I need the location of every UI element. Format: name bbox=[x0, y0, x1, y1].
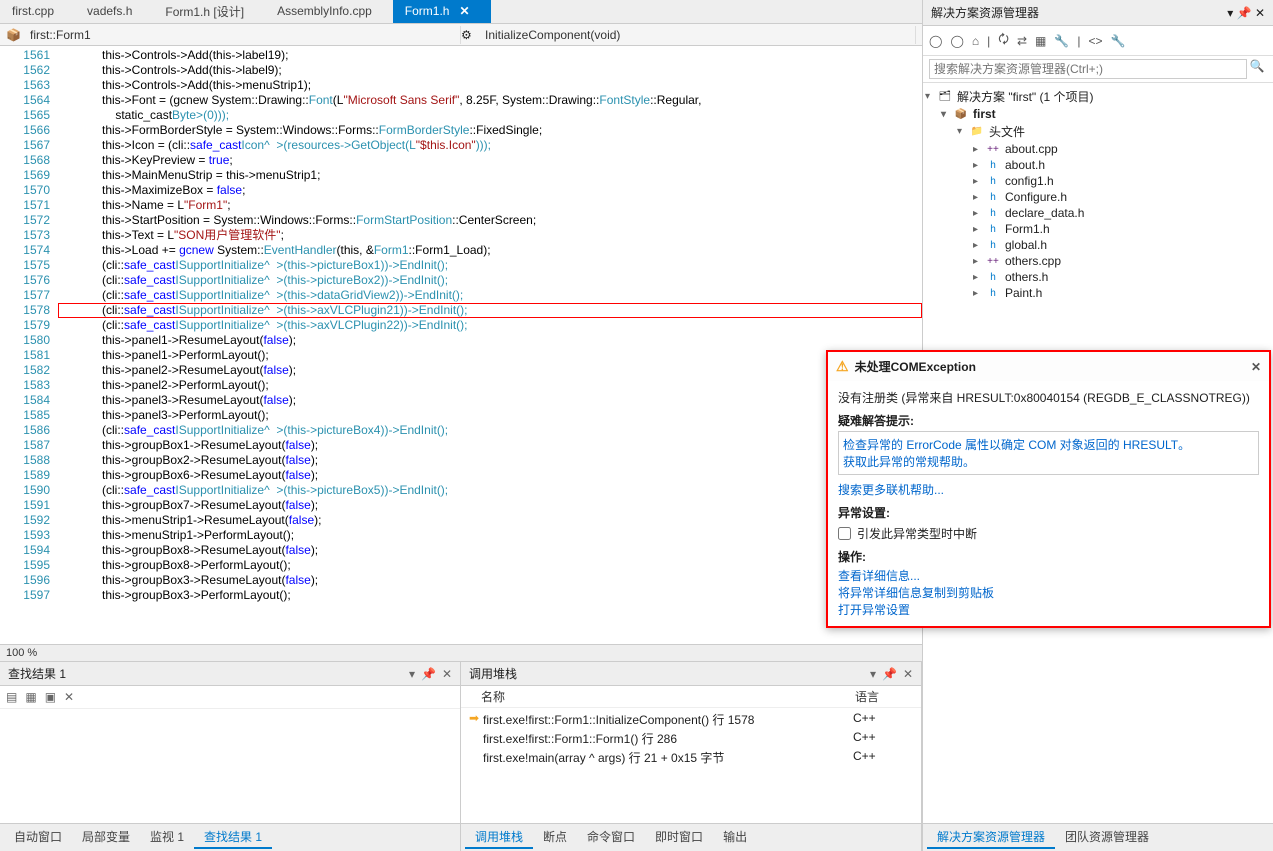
home-icon[interactable]: ⌂ bbox=[972, 34, 979, 48]
tree-node[interactable]: ▸hothers.h bbox=[925, 269, 1271, 285]
tool-icon[interactable]: ▤ bbox=[6, 690, 17, 704]
tree-node[interactable]: ▸hdeclare_data.h bbox=[925, 205, 1271, 221]
dropdown-icon[interactable]: ▾ bbox=[870, 667, 876, 681]
document-tab[interactable]: vadefs.h bbox=[75, 0, 153, 23]
scope-dropdown[interactable]: first::Form1 bbox=[24, 26, 461, 44]
code-icon[interactable]: <> bbox=[1088, 34, 1102, 48]
tree-node[interactable]: ▸++about.cpp bbox=[925, 141, 1271, 157]
properties-icon[interactable]: 🔧 bbox=[1054, 34, 1069, 48]
dropdown-icon[interactable]: ▾ bbox=[409, 667, 415, 681]
bottom-tab[interactable]: 监视 1 bbox=[140, 826, 194, 849]
member-dropdown[interactable]: InitializeComponent(void) bbox=[479, 26, 916, 44]
panel-title: 解决方案资源管理器 bbox=[931, 4, 1227, 21]
document-tab[interactable]: first.cpp bbox=[0, 0, 75, 23]
tool-icon[interactable]: ▦ bbox=[25, 690, 36, 704]
open-settings-link[interactable]: 打开异常设置 bbox=[838, 603, 910, 617]
exception-message: 没有注册类 (异常来自 HRESULT:0x80040154 (REGDB_E_… bbox=[838, 389, 1259, 406]
navigation-bar: 📦 first::Form1 ⚙ InitializeComponent(voi… bbox=[0, 24, 922, 46]
bottom-tab[interactable]: 调用堆栈 bbox=[465, 826, 533, 849]
close-icon[interactable]: ✕ bbox=[442, 667, 452, 681]
tree-node[interactable]: ▸++others.cpp bbox=[925, 253, 1271, 269]
stack-frame[interactable]: first.exe!main(array ^ args) 行 21 + 0x15… bbox=[463, 748, 919, 767]
wrench-icon[interactable]: 🔧 bbox=[1110, 34, 1125, 48]
close-icon[interactable]: ✕ bbox=[903, 667, 913, 681]
document-tab[interactable]: AssemblyInfo.cpp bbox=[265, 0, 393, 23]
close-icon[interactable]: ✕ bbox=[1251, 360, 1261, 374]
pin-icon[interactable]: 📌 bbox=[1237, 6, 1252, 20]
back-icon[interactable]: ◯ bbox=[929, 34, 942, 48]
tree-node[interactable]: ▾📦first bbox=[925, 106, 1271, 122]
show-all-icon[interactable]: ▦ bbox=[1035, 34, 1046, 48]
hint-link[interactable]: 检查异常的 ErrorCode 属性以确定 COM 对象返回的 HRESULT。 bbox=[843, 438, 1190, 452]
bottom-tab[interactable]: 自动窗口 bbox=[4, 826, 72, 849]
tree-node[interactable]: ▾📁头文件 bbox=[925, 122, 1271, 141]
bottom-tab[interactable]: 即时窗口 bbox=[645, 826, 713, 849]
tree-node[interactable]: ▸hPaint.h bbox=[925, 285, 1271, 301]
col-lang: 语言 bbox=[855, 688, 915, 705]
sync-icon[interactable]: ⇄ bbox=[1017, 34, 1027, 48]
bottom-tab[interactable]: 输出 bbox=[713, 826, 757, 849]
break-on-throw-checkbox[interactable] bbox=[838, 527, 851, 540]
document-tab[interactable]: Form1.h [设计] bbox=[153, 0, 265, 23]
dropdown-icon[interactable]: ▾ bbox=[1227, 6, 1233, 20]
exception-popup: ⚠ 未处理COMException ✕ 没有注册类 (异常来自 HRESULT:… bbox=[826, 350, 1271, 628]
tree-node[interactable]: ▸hconfig1.h bbox=[925, 173, 1271, 189]
hints-heading: 疑难解答提示: bbox=[838, 412, 1259, 429]
tool-icon[interactable]: ▣ bbox=[45, 690, 56, 704]
bottom-tab[interactable]: 解决方案资源管理器 bbox=[927, 826, 1055, 849]
warning-icon: ⚠ bbox=[836, 358, 849, 375]
bottom-tab[interactable]: 查找结果 1 bbox=[194, 826, 272, 849]
col-name: 名称 bbox=[481, 688, 855, 705]
search-icon[interactable]: 🔍 bbox=[1247, 59, 1267, 79]
tree-node[interactable]: ▸hglobal.h bbox=[925, 237, 1271, 253]
code-editor[interactable]: 1561156215631564156515661567156815691570… bbox=[0, 46, 922, 644]
zoom-level[interactable]: 100 % bbox=[0, 644, 922, 661]
tree-node[interactable]: ▸hForm1.h bbox=[925, 221, 1271, 237]
hint-link[interactable]: 获取此异常的常规帮助。 bbox=[843, 455, 975, 469]
document-tabs: first.cppvadefs.hForm1.h [设计]AssemblyInf… bbox=[0, 0, 922, 24]
stack-frame[interactable]: ➡first.exe!first::Form1::InitializeCompo… bbox=[463, 710, 919, 729]
exception-title: 未处理COMException bbox=[855, 358, 1251, 375]
tool-icon[interactable]: ✕ bbox=[64, 690, 74, 704]
ops-heading: 操作: bbox=[838, 548, 1259, 565]
copy-details-link[interactable]: 将异常详细信息复制到剪贴板 bbox=[838, 586, 994, 600]
bottom-tab[interactable]: 团队资源管理器 bbox=[1055, 826, 1159, 849]
view-details-link[interactable]: 查看详细信息... bbox=[838, 569, 920, 583]
scope-icon: 📦 bbox=[6, 28, 20, 42]
bottom-tab[interactable]: 命令窗口 bbox=[577, 826, 645, 849]
panel-title: 查找结果 1 bbox=[8, 665, 403, 682]
bottom-tab[interactable]: 局部变量 bbox=[72, 826, 140, 849]
document-tab[interactable]: Form1.h✕ bbox=[393, 0, 491, 23]
find-results-panel: 查找结果 1 ▾📌✕ ▤ ▦ ▣ ✕ 自动窗口局部变量监视 1查找结果 1 bbox=[0, 662, 461, 851]
more-help-link[interactable]: 搜索更多联机帮助... bbox=[838, 483, 944, 497]
close-icon[interactable]: ✕ bbox=[1255, 6, 1265, 20]
solution-toolbar: ◯ ◯ ⌂ | 🗘 ⇄ ▦ 🔧 | <> 🔧 bbox=[923, 26, 1273, 56]
search-input[interactable] bbox=[929, 59, 1247, 79]
tree-node[interactable]: ▾🗂解决方案 "first" (1 个项目) bbox=[925, 87, 1271, 106]
settings-heading: 异常设置: bbox=[838, 504, 1259, 521]
tree-node[interactable]: ▸hConfigure.h bbox=[925, 189, 1271, 205]
call-stack-panel: 调用堆栈 ▾ 📌 ✕ 名称语言 ➡first.exe!first::Form1::I… bbox=[461, 662, 922, 851]
member-icon: ⚙ bbox=[461, 28, 475, 42]
pin-icon[interactable]: 📌 bbox=[882, 667, 897, 681]
pin-icon[interactable]: 📌 bbox=[421, 667, 436, 681]
forward-icon[interactable]: ◯ bbox=[950, 34, 963, 48]
panel-title: 调用堆栈 bbox=[469, 665, 864, 682]
stack-frame[interactable]: first.exe!first::Form1::Form1() 行 286C++ bbox=[463, 729, 919, 748]
close-icon[interactable]: ✕ bbox=[459, 4, 469, 18]
bottom-tab[interactable]: 断点 bbox=[533, 826, 577, 849]
refresh-icon[interactable]: 🗘 bbox=[998, 30, 1009, 51]
find-toolbar: ▤ ▦ ▣ ✕ bbox=[0, 686, 460, 709]
tree-node[interactable]: ▸habout.h bbox=[925, 157, 1271, 173]
